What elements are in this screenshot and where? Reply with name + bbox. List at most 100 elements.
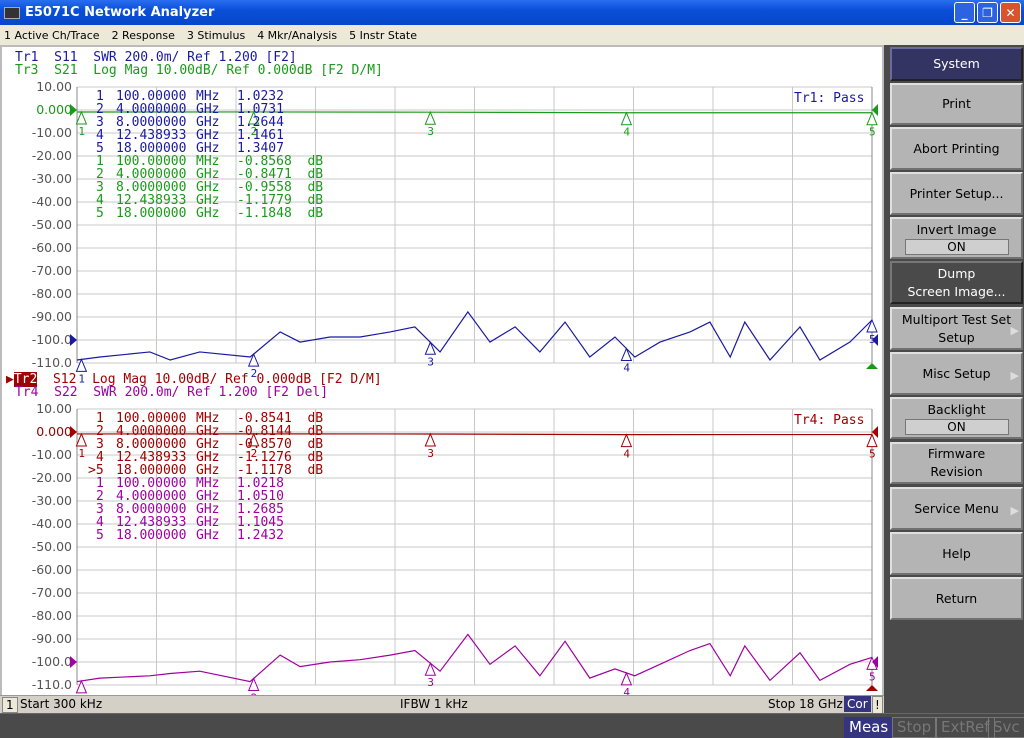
channel-number[interactable]: 1 [2, 697, 18, 713]
firmware-label-1: Firmware [927, 446, 986, 461]
marker-triangle [75, 358, 88, 372]
marker-triangle [866, 318, 878, 333]
multiport-test-set-setup-button[interactable]: Multiport Test Set Setup ▶ [890, 307, 1023, 350]
reference-line-left-arrow [70, 426, 77, 438]
misc-setup-label: Misc Setup [922, 365, 991, 381]
marker-frequency: 18.000000 [116, 528, 187, 543]
stimulus-stop-arrow [866, 363, 878, 369]
marker-triangle [75, 110, 88, 125]
marker-unit: GHz [196, 206, 220, 221]
backlight-button[interactable]: Backlight ON [890, 397, 1023, 439]
service-menu-button[interactable]: Service Menu ▶ [890, 487, 1023, 530]
marker-number: 1 [78, 447, 85, 460]
help-label: Help [942, 545, 971, 561]
marker-number: 1 [78, 372, 85, 385]
submenu-arrow-icon: ▶ [1010, 503, 1019, 517]
stimulus-stop-arrow [866, 685, 878, 691]
marker-triangle [247, 352, 260, 367]
invert-image-button[interactable]: Invert Image ON [890, 217, 1023, 259]
marker-number: 5 [96, 206, 104, 221]
menu-stimulus[interactable]: 3 Stimulus [187, 29, 245, 42]
menu-title-text: System [933, 56, 980, 71]
measurement-display[interactable]: Tr1 S11 SWR 200.0m/ Ref 1.200 [F2] Tr3 S… [0, 45, 884, 713]
marker-number: 3 [427, 447, 434, 460]
return-label: Return [935, 590, 978, 606]
marker-triangle [424, 340, 437, 355]
stop-indicator: Stop [892, 717, 937, 738]
marker-triangle [866, 111, 878, 126]
misc-setup-button[interactable]: Misc Setup ▶ [890, 352, 1023, 395]
firmware-revision-button[interactable]: Firmware Revision [890, 442, 1023, 484]
window-title: E5071C Network Analyzer [25, 5, 215, 20]
print-label: Print [942, 96, 971, 111]
marker-number: 5 [869, 448, 876, 461]
marker-number: 3 [427, 676, 434, 689]
marker-triangle [424, 432, 437, 447]
marker-number: 4 [623, 362, 630, 375]
ifbw[interactable]: IFBW 1 kHz [400, 697, 468, 711]
status-bar: 1 Start 300 kHz IFBW 1 kHz Stop 18 GHz C… [0, 695, 884, 714]
marker-number: 5 [869, 670, 876, 683]
softkey-panel: System Print Abort Printing Printer Setu… [886, 45, 1024, 713]
marker-triangle [620, 111, 633, 126]
reference-line-left-arrow [70, 656, 77, 668]
abort-printing-button[interactable]: Abort Printing [890, 127, 1023, 170]
marker-unit: GHz [196, 528, 220, 543]
backlight-label: Backlight [927, 402, 986, 417]
marker-triangle [424, 110, 437, 125]
printer-setup-button[interactable]: Printer Setup... [890, 172, 1023, 215]
softkey-menu-title: System [890, 47, 1023, 81]
reference-line-left-arrow [70, 104, 77, 116]
limit-status-tr1: Tr1: Pass [794, 91, 865, 106]
backlight-value: ON [904, 419, 1009, 435]
extref-indicator: ExtRef [936, 717, 995, 738]
marker-number: 4 [623, 448, 630, 461]
marker-triangle [866, 433, 878, 448]
instrument-status-bar: Meas Stop ExtRef Svc [0, 713, 1024, 738]
app-icon [4, 6, 20, 19]
service-menu-label: Service Menu [914, 500, 999, 516]
menu-instr-state[interactable]: 5 Instr State [349, 29, 417, 42]
marker-number: 1 [78, 125, 85, 138]
marker-number: 3 [427, 125, 434, 138]
warning-indicator: ! [872, 696, 883, 714]
maximize-button[interactable]: ❐ [977, 2, 998, 23]
invert-image-value: ON [904, 239, 1009, 255]
invert-image-label: Invert Image [916, 222, 997, 237]
correction-indicator: Cor [844, 696, 871, 712]
marker-triangle [620, 347, 633, 362]
marker-number: 5 [96, 528, 104, 543]
marker-triangle [424, 661, 437, 676]
firmware-label-2: Revision [930, 464, 983, 479]
menu-mkr-analysis[interactable]: 4 Mkr/Analysis [257, 29, 337, 42]
marker-frequency: 18.000000 [116, 206, 187, 221]
stop-frequency[interactable]: Stop 18 GHz [768, 697, 843, 711]
meas-indicator: Meas [844, 717, 894, 738]
reference-line-left-arrow [70, 334, 77, 346]
print-button[interactable]: Print [890, 83, 1023, 125]
svc-indicator: Svc [988, 717, 1024, 738]
abort-printing-label: Abort Printing [913, 140, 1000, 156]
minimize-button[interactable]: _ [954, 2, 975, 23]
multiport-label-1: Multiport Test Set [901, 311, 1012, 327]
marker-triangle [620, 433, 633, 448]
return-button[interactable]: Return [890, 577, 1023, 620]
marker-number: 4 [623, 126, 630, 139]
limit-status-tr4: Tr4: Pass [794, 413, 865, 428]
menu-response[interactable]: 2 Response [112, 29, 175, 42]
title-bar: E5071C Network Analyzer _ ❐ ✕ [0, 0, 1024, 25]
help-button[interactable]: Help [890, 532, 1023, 575]
marker-number: 5 [869, 126, 876, 139]
marker-triangle [75, 432, 88, 447]
menu-active-ch-trace[interactable]: 1 Active Ch/Trace [4, 29, 100, 42]
marker-number: 2 [251, 367, 258, 380]
start-frequency[interactable]: Start 300 kHz [20, 697, 102, 711]
close-button[interactable]: ✕ [1000, 2, 1021, 23]
marker-number: 3 [427, 355, 434, 368]
marker-value: -1.1848 dB [237, 206, 324, 221]
dump-label-1: Dump [937, 265, 976, 281]
menu-bar: 1 Active Ch/Trace 2 Response 3 Stimulus … [0, 25, 1024, 45]
marker-value: 1.2432 [237, 528, 284, 543]
dump-label-2: Screen Image... [907, 283, 1006, 299]
dump-screen-image-button[interactable]: Dump Screen Image... [890, 261, 1023, 304]
